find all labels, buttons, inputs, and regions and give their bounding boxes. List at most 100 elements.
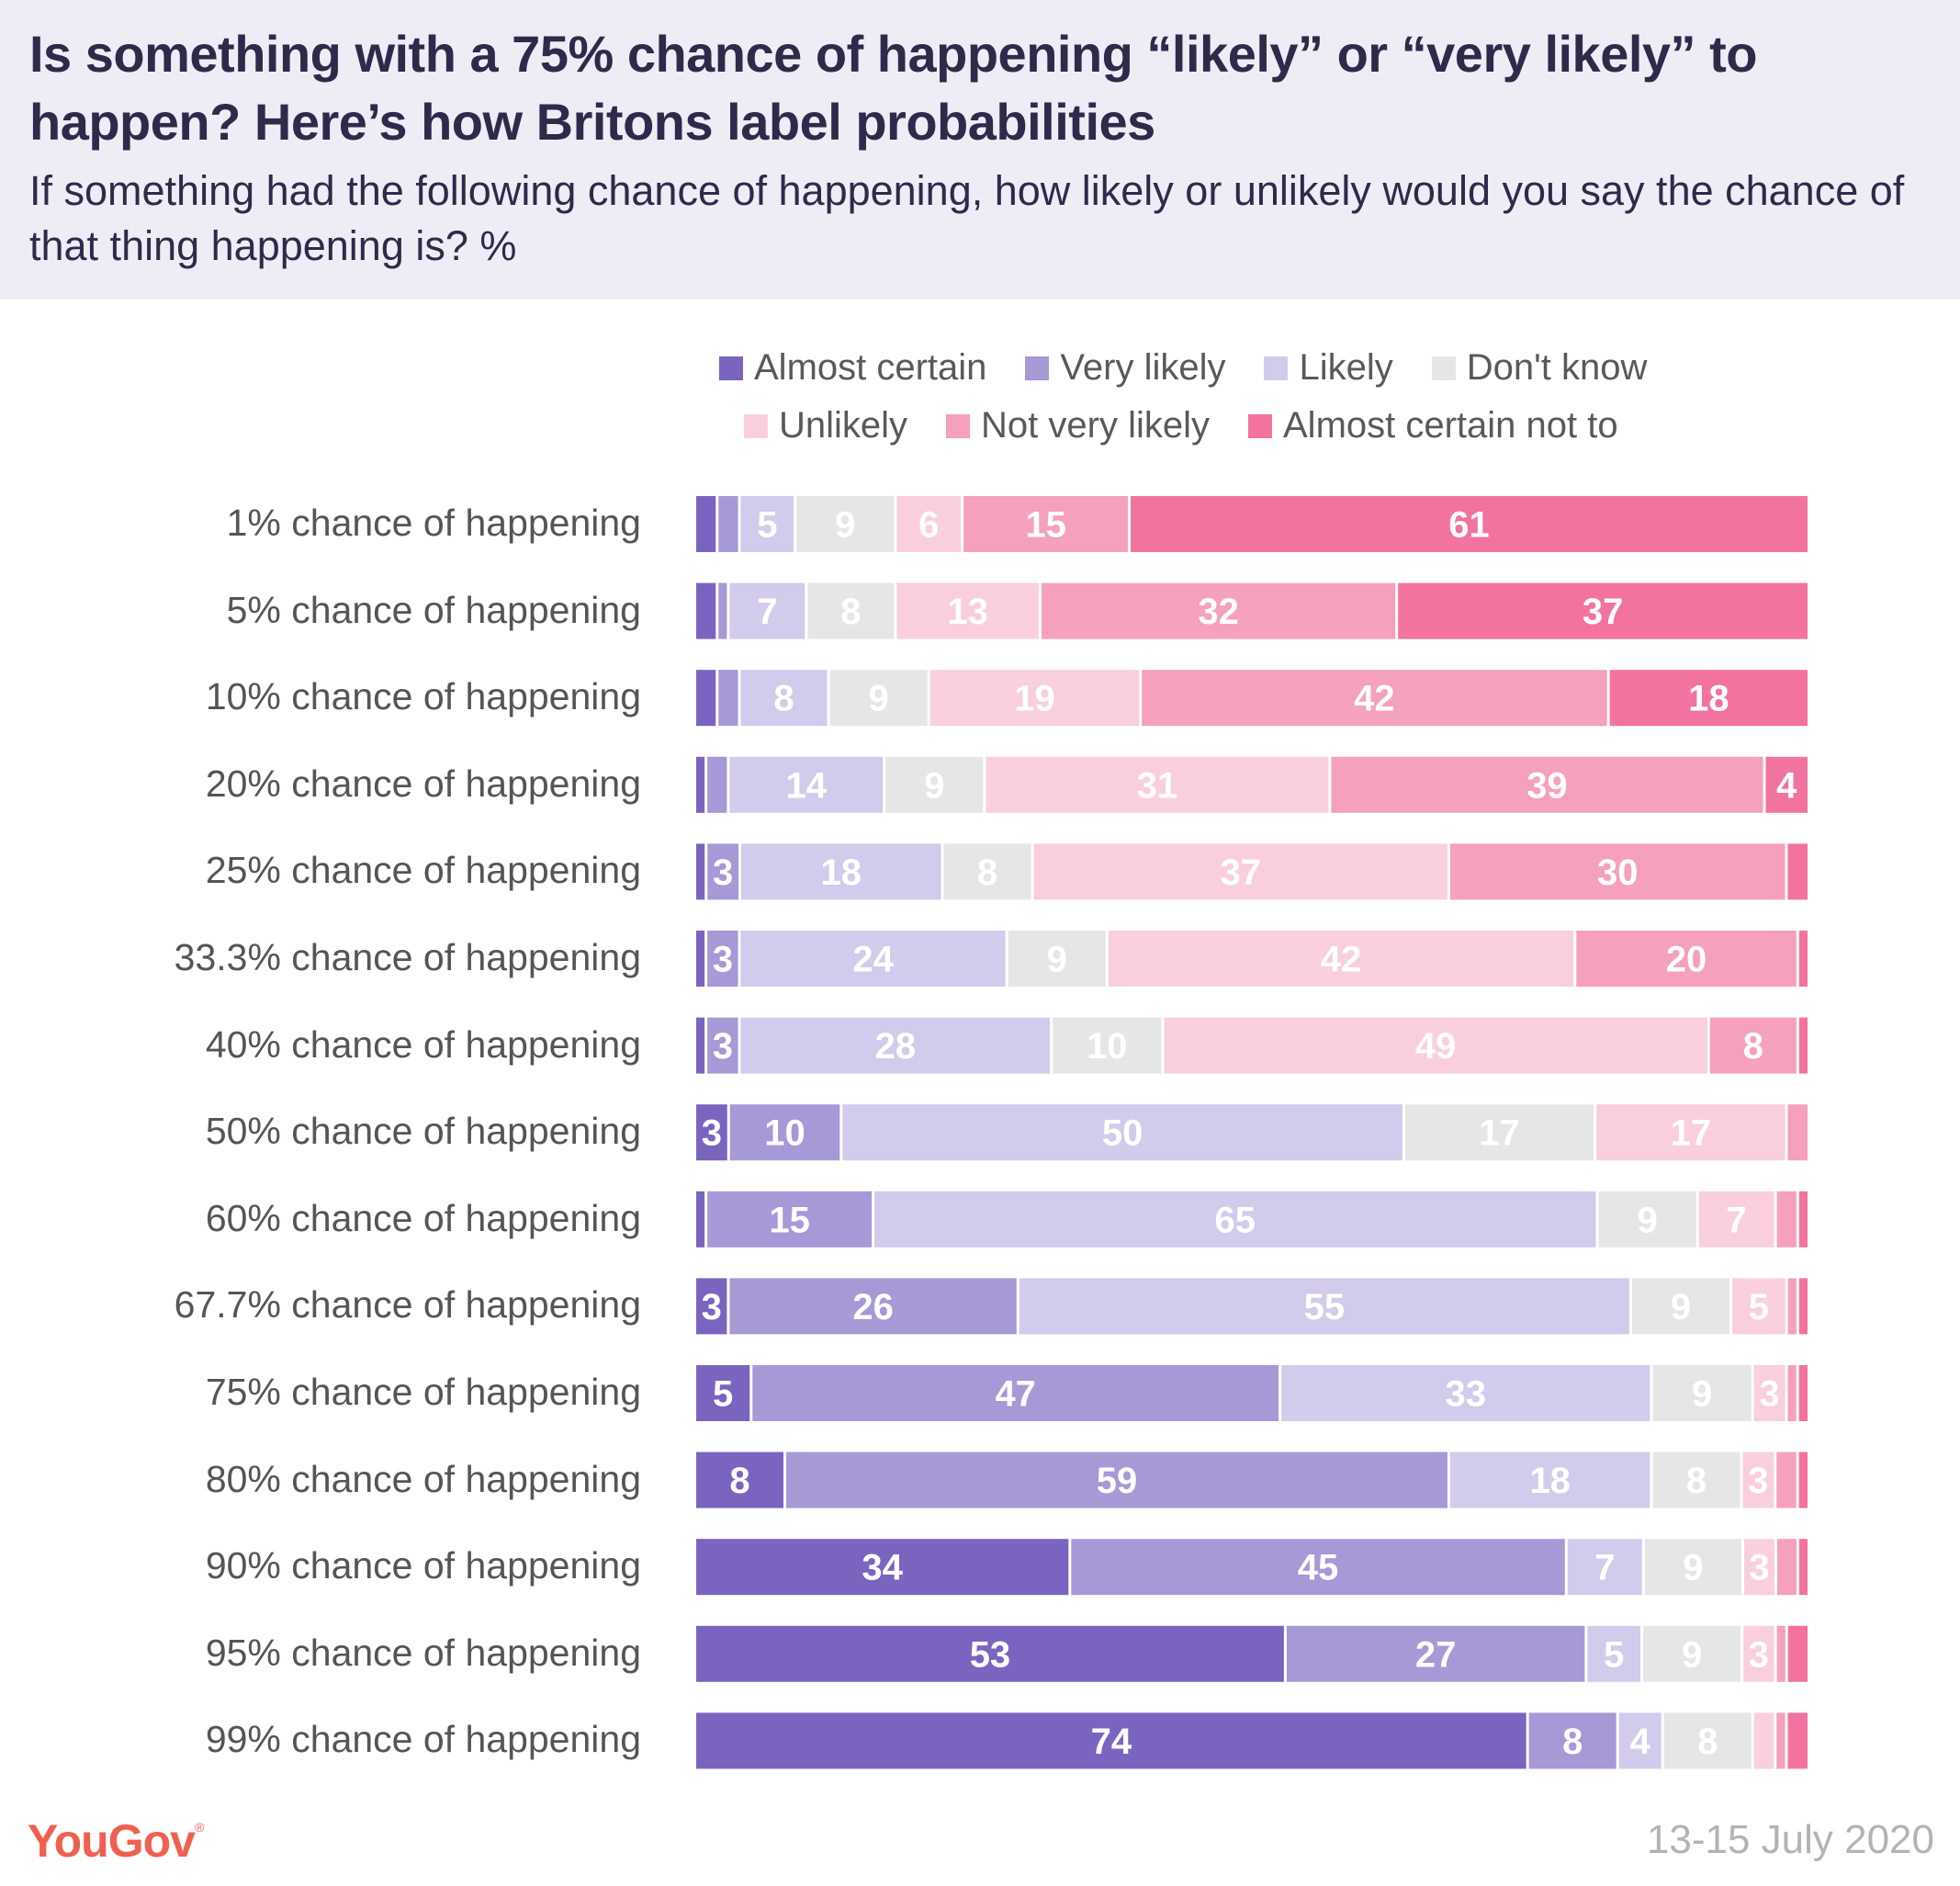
data-label: 18	[1688, 679, 1729, 719]
bar-row: 3 24 9 42 20	[696, 931, 1808, 987]
data-label: 3	[1749, 1548, 1769, 1588]
bar-segment-very-likely	[718, 670, 738, 727]
data-label: 3	[702, 1287, 722, 1327]
data-label: 15	[769, 1200, 810, 1240]
logo-text: YouGov	[28, 1815, 196, 1867]
data-label: 14	[786, 765, 828, 806]
bar-segment-almost-certain-not-to	[1787, 1712, 1808, 1769]
data-label: 33	[1446, 1374, 1487, 1415]
bar-row: 15 65 9 7	[696, 1191, 1808, 1248]
data-label: 34	[862, 1548, 903, 1588]
data-label: 32	[1198, 592, 1239, 632]
data-label: 8	[977, 853, 997, 893]
bar-row: 3 28 10 49 8	[696, 1017, 1808, 1074]
data-label: 5	[757, 505, 777, 546]
bar-segment-unlikely	[1753, 1712, 1774, 1769]
bar-segment-not-very-likely	[1776, 1191, 1797, 1248]
data-label: 8	[1686, 1461, 1707, 1501]
data-label: 9	[1637, 1200, 1657, 1240]
bar-segment-almost-certain	[696, 670, 716, 727]
data-label: 59	[1097, 1461, 1138, 1501]
data-label: 3	[713, 853, 733, 893]
data-label: 37	[1583, 592, 1624, 632]
data-label: 28	[875, 1026, 917, 1067]
data-label: 18	[1529, 1461, 1571, 1501]
bar-segment-almost-certain	[696, 582, 716, 639]
data-label: 18	[821, 853, 862, 893]
data-label: 5	[1604, 1634, 1624, 1675]
data-label: 7	[757, 592, 777, 632]
bar-segment-almost-certain-not-to	[1798, 1017, 1808, 1074]
data-label: 53	[970, 1634, 1011, 1675]
data-label: 15	[1025, 505, 1066, 546]
data-label: 8	[1562, 1722, 1583, 1762]
bar-segment-almost-certain	[696, 931, 705, 987]
registered-mark: ®	[194, 1820, 204, 1835]
bar-row: 5 9 6 15 61	[696, 496, 1808, 552]
bar-segment-very-likely	[707, 756, 727, 813]
bar-segment-not-very-likely	[1776, 1625, 1785, 1682]
data-label: 47	[995, 1374, 1036, 1415]
data-label: 17	[1479, 1113, 1520, 1154]
data-label: 9	[1047, 940, 1067, 980]
bar-segment-almost-certain-not-to	[1798, 1191, 1808, 1248]
bar-segment-not-very-likely	[1787, 1104, 1808, 1161]
data-label: 3	[713, 940, 733, 980]
data-label: 26	[852, 1287, 894, 1327]
data-label: 3	[1748, 1461, 1768, 1501]
bar-segment-almost-certain-not-to	[1787, 843, 1808, 900]
bar-row: 3 18 8 37 30	[696, 843, 1808, 900]
bar-segment-not-very-likely	[1776, 1451, 1797, 1508]
data-label: 5	[1749, 1287, 1769, 1327]
bar-segment-almost-certain	[696, 756, 705, 813]
data-label: 9	[1671, 1287, 1691, 1327]
data-label: 20	[1666, 940, 1707, 980]
data-label: 9	[1682, 1634, 1702, 1675]
bar-row: 3 10 50 17 17	[696, 1104, 1808, 1161]
data-label: 74	[1091, 1722, 1132, 1762]
bar-row: 8 59 18 8 3	[696, 1451, 1808, 1508]
bar-segment-almost-certain	[696, 496, 716, 552]
data-label: 61	[1448, 505, 1490, 546]
data-label: 9	[924, 765, 944, 806]
data-label: 3	[713, 1026, 733, 1067]
bar-segment-almost-certain	[696, 843, 705, 900]
bar-segment-not-very-likely	[1776, 1539, 1797, 1596]
data-label: 31	[1137, 765, 1178, 806]
data-label: 3	[702, 1113, 722, 1154]
data-label: 5	[713, 1374, 733, 1415]
bar-row: 5 47 33 9 3	[696, 1365, 1808, 1421]
bar-row: 7 8 13 32 37	[696, 582, 1808, 639]
survey-date: 13-15 July 2020	[1646, 1817, 1934, 1862]
bar-segment-almost-certain-not-to	[1798, 1451, 1808, 1508]
bar-row: 34 45 7 9 3	[696, 1539, 1808, 1596]
data-label: 6	[918, 505, 939, 546]
data-label: 8	[729, 1461, 749, 1501]
data-label: 9	[869, 679, 889, 719]
stacked-bar-chart: 5 9 6 15 617 8 13 32 378 9 19 42 1814 9 31 39 43 18 8 37 303…	[696, 496, 1808, 1769]
data-label: 9	[1692, 1374, 1712, 1415]
bar-segment-almost-certain	[696, 1017, 705, 1074]
data-label: 39	[1526, 765, 1568, 806]
data-label: 10	[1087, 1026, 1128, 1067]
data-label: 8	[1697, 1722, 1718, 1762]
data-label: 3	[1759, 1374, 1779, 1415]
data-label: 8	[773, 679, 794, 719]
data-label: 50	[1102, 1113, 1143, 1154]
bar-segment-not-very-likely	[1776, 1712, 1785, 1769]
bar-segment-almost-certain-not-to	[1798, 1539, 1808, 1596]
data-label: 9	[1683, 1548, 1703, 1588]
bar-segment-very-likely	[718, 582, 727, 639]
bar-row: 3 26 55 9 5	[696, 1278, 1808, 1335]
data-label: 7	[1594, 1548, 1615, 1588]
data-label: 42	[1354, 679, 1395, 719]
data-label: 42	[1321, 940, 1362, 980]
bar-segment-almost-certain-not-to	[1798, 931, 1808, 987]
bar-row: 53 27 5 9 3	[696, 1625, 1808, 1682]
data-label: 13	[947, 592, 988, 632]
bar-row: 8 9 19 42 18	[696, 670, 1808, 727]
bar-segment-not-very-likely	[1787, 1278, 1797, 1335]
data-label: 65	[1215, 1200, 1256, 1240]
bar-row: 74 8 4 8	[696, 1712, 1808, 1769]
data-label: 8	[1743, 1026, 1763, 1067]
